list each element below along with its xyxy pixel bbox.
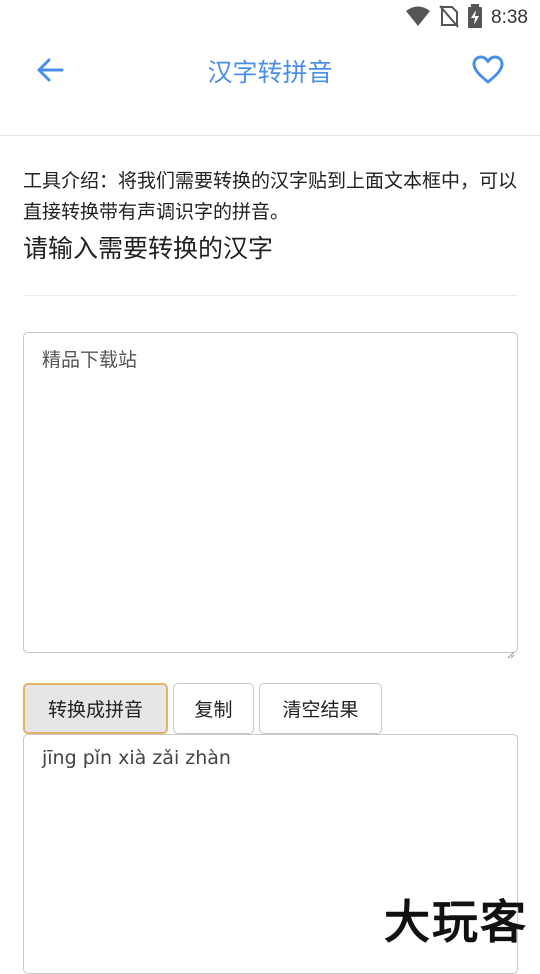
status-bar: 8:38: [0, 0, 540, 36]
main-content: 工具介绍：将我们需要转换的汉字贴到上面文本框中，可以直接转换带有声调识字的拼音。…: [23, 136, 518, 296]
input-heading: 请输入需要转换的汉字: [23, 232, 518, 266]
clear-button[interactable]: 清空结果: [259, 683, 382, 734]
heart-outline-icon: [472, 55, 504, 89]
favorite-button[interactable]: [468, 52, 508, 92]
pinyin-output-value: jīng pǐn xià zǎi zhàn: [42, 747, 231, 769]
battery-charging-icon: [467, 4, 483, 32]
resize-grip-icon[interactable]: [507, 642, 515, 650]
wifi-icon: [405, 5, 431, 31]
watermark-logo: 大玩客: [384, 886, 528, 952]
copy-button[interactable]: 复制: [173, 683, 254, 734]
page-title: 汉字转拼音: [0, 53, 540, 89]
action-buttons: 转换成拼音 复制 清空结果: [23, 683, 382, 734]
no-sim-icon: [439, 4, 459, 32]
status-icons: 8:38: [405, 5, 528, 31]
divider: [23, 295, 518, 296]
hanzi-input-value: 精品下载站: [42, 349, 137, 371]
app-bar: 汉字转拼音: [0, 36, 540, 136]
hanzi-input[interactable]: 精品下载站: [23, 332, 518, 653]
tool-intro-text: 工具介绍：将我们需要转换的汉字贴到上面文本框中，可以直接转换带有声调识字的拼音。: [23, 166, 518, 228]
status-time: 8:38: [491, 7, 528, 29]
convert-button[interactable]: 转换成拼音: [23, 683, 168, 734]
